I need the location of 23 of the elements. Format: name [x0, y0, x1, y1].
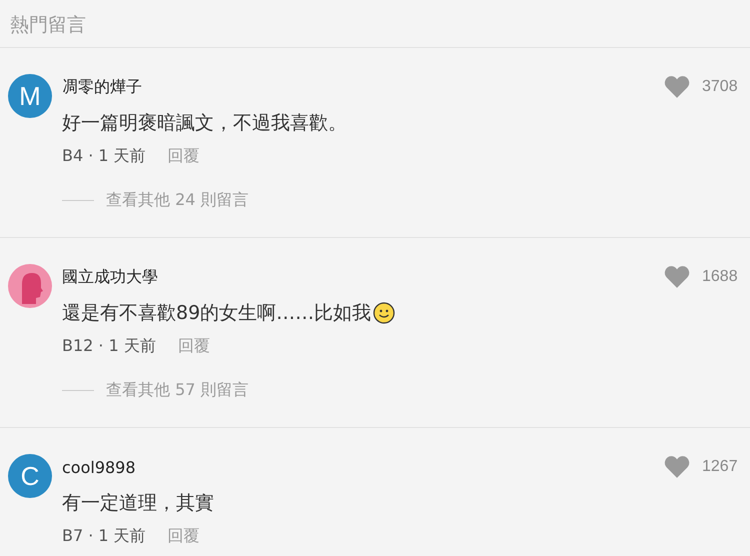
author-name[interactable]: 凋零的燁子: [62, 76, 142, 98]
like-count: 1267: [702, 458, 738, 476]
section-title: 熱門留言: [0, 0, 750, 48]
comment-text: 還是有不喜歡89的女生啊……比如我: [62, 301, 372, 326]
comment-text: 好一篇明褒暗諷文，不過我喜歡。: [62, 111, 347, 136]
reply-link[interactable]: 回覆: [168, 526, 200, 546]
like-count: 3708: [702, 78, 738, 96]
more-replies-link[interactable]: 查看其他 24 則留言: [106, 190, 249, 211]
heart-icon[interactable]: [664, 265, 690, 289]
avatar: M: [8, 74, 52, 118]
author-name[interactable]: 國立成功大學: [62, 266, 158, 288]
reply-link[interactable]: 回覆: [168, 146, 200, 166]
comment-meta: B12 · 1 天前: [62, 336, 156, 356]
avatar: C: [8, 454, 52, 498]
more-replies-link[interactable]: 查看其他 57 則留言: [106, 380, 249, 401]
author-name[interactable]: cool9898: [62, 458, 136, 476]
reply-link[interactable]: 回覆: [178, 336, 210, 356]
heart-icon[interactable]: [664, 75, 690, 99]
comment-meta: B7 · 1 天前: [62, 526, 146, 546]
comment-text: 有一定道理，其實: [62, 491, 214, 516]
heart-icon[interactable]: [664, 455, 690, 479]
like-count: 1688: [702, 268, 738, 286]
comment-meta: B4 · 1 天前: [62, 146, 146, 166]
